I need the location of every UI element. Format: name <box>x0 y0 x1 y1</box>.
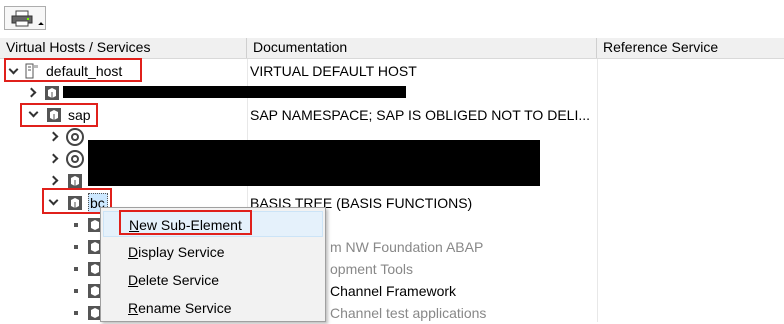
menu-item-label: ename Service <box>138 300 232 316</box>
print-button[interactable] <box>4 6 46 30</box>
collapsed-marker-icon <box>74 223 78 227</box>
documentation-text: Channel Framework <box>330 283 457 299</box>
documentation-text: m NW Foundation ABAP <box>330 239 484 255</box>
documentation-text: opment Tools <box>330 261 414 277</box>
tree-row-sap[interactable]: sap SAP NAMESPACE; SAP IS OBLIGED NOT TO… <box>0 104 784 126</box>
annotation-box <box>20 103 98 127</box>
documentation-text: SAP NAMESPACE; SAP IS OBLIGED NOT TO DEL… <box>250 107 591 123</box>
service-icon <box>66 128 84 146</box>
menu-item-display-service[interactable]: Display Service <box>103 239 323 265</box>
menu-mnemonic: D <box>128 272 139 288</box>
redaction-bar <box>63 86 406 98</box>
collapsed-marker-icon <box>74 289 78 293</box>
chevron-right-icon[interactable] <box>48 131 59 142</box>
dropdown-arrow-icon <box>38 22 44 28</box>
column-header-hosts[interactable]: Virtual Hosts / Services <box>0 38 247 58</box>
collapsed-marker-icon <box>74 245 78 249</box>
chevron-right-icon[interactable] <box>48 175 59 186</box>
documentation-text: VIRTUAL DEFAULT HOST <box>250 63 417 79</box>
menu-mnemonic: D <box>128 244 139 260</box>
annotation-box <box>119 210 252 235</box>
chevron-right-icon[interactable] <box>26 87 37 98</box>
redaction-bar <box>120 152 382 166</box>
service-icon <box>66 150 84 168</box>
menu-item-delete-service[interactable]: Delete Service <box>103 267 323 293</box>
menu-item-label: elete Service <box>138 272 220 288</box>
collapsed-marker-icon <box>74 311 78 315</box>
column-header-bar: Virtual Hosts / Services Documentation R… <box>0 38 784 59</box>
documentation-text: Channel test applications <box>330 305 487 321</box>
menu-mnemonic: R <box>128 300 139 316</box>
package-icon <box>45 86 59 100</box>
annotation-box <box>4 58 142 82</box>
column-header-reference-service[interactable]: Reference Service <box>597 38 784 58</box>
column-header-documentation[interactable]: Documentation <box>247 38 597 58</box>
package-icon <box>68 174 82 188</box>
toolbar <box>0 0 784 38</box>
menu-item-label: isplay Service <box>138 244 225 260</box>
collapsed-marker-icon <box>74 267 78 271</box>
menu-item-rename-service[interactable]: Rename Service <box>103 295 323 321</box>
chevron-right-icon[interactable] <box>48 153 59 164</box>
printer-icon <box>11 10 33 27</box>
